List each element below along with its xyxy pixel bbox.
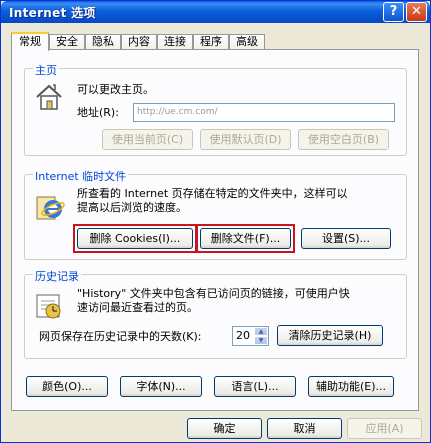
languages-button[interactable]: 语言(L)...	[214, 376, 296, 397]
colors-button[interactable]: 颜色(O)...	[26, 376, 108, 397]
temp-files-description-line1: 所查看的 Internet 页存储在特定的文件夹中，这样可以	[77, 187, 348, 200]
window-title: Internet 选项	[9, 6, 96, 20]
tab-programs[interactable]: 程序	[193, 34, 229, 50]
home-icon	[33, 81, 65, 113]
use-current-page-button[interactable]: 使用当前页(C)	[102, 129, 193, 150]
history-description-line1: "History" 文件夹中包含有已访问页的链接，可使用户快	[77, 287, 350, 300]
general-panel: 主页 可以更改主页。 地址(R): http://ue.cm.com/ 使用当前…	[11, 49, 419, 411]
history-icon	[33, 289, 65, 321]
use-default-page-button[interactable]: 使用默认页(D)	[200, 129, 291, 150]
title-bar[interactable]: Internet 选项 ? ✕	[1, 1, 430, 23]
homepage-address-input[interactable]: http://ue.cm.com/	[133, 103, 395, 122]
homepage-description: 可以更改主页。	[77, 83, 154, 96]
ok-button[interactable]: 确定	[187, 418, 262, 439]
close-button[interactable]: ✕	[406, 2, 427, 22]
temp-files-description-line2: 提高以后浏览的速度。	[77, 201, 187, 214]
history-days-stepper[interactable]: 20 ▲ ▼	[232, 326, 269, 346]
help-button[interactable]: ?	[383, 2, 404, 22]
address-label: 地址(R):	[77, 106, 119, 119]
cancel-button[interactable]: 取消	[267, 418, 342, 439]
tab-connections[interactable]: 连接	[157, 34, 193, 50]
temp-files-group: Internet 临时文件 所查看的 Internet 页存储在特定的文件夹中，…	[24, 168, 407, 260]
history-description-line2: 速访问最近查看过的页。	[77, 301, 198, 314]
tab-security[interactable]: 安全	[49, 34, 85, 50]
homepage-group-title: 主页	[33, 62, 59, 78]
fonts-button[interactable]: 字体(N)...	[120, 376, 202, 397]
history-group-title: 历史记录	[33, 268, 81, 284]
tab-general[interactable]: 常规	[11, 32, 49, 51]
internet-options-window: Internet 选项 ? ✕ 常规 安全 隐私 内容 连接 程序 高级 主页 …	[0, 0, 431, 443]
internet-explorer-icon	[33, 191, 65, 223]
tab-content[interactable]: 内容	[121, 34, 157, 50]
temp-files-settings-button[interactable]: 设置(S)...	[301, 228, 391, 249]
tab-privacy[interactable]: 隐私	[85, 34, 121, 50]
highlight-delete-files	[196, 224, 295, 253]
temp-files-group-title: Internet 临时文件	[33, 168, 129, 184]
highlight-delete-cookies	[73, 224, 197, 253]
homepage-group: 主页 可以更改主页。 地址(R): http://ue.cm.com/ 使用当前…	[24, 62, 407, 156]
spin-down-icon[interactable]: ▼	[254, 336, 268, 345]
accessibility-button[interactable]: 辅助功能(E)...	[308, 376, 394, 397]
spin-up-icon[interactable]: ▲	[254, 327, 268, 336]
apply-button[interactable]: 应用(A)	[347, 418, 422, 439]
use-blank-page-button[interactable]: 使用空白页(B)	[298, 129, 389, 150]
history-days-label: 网页保存在历史记录中的天数(K):	[39, 330, 202, 343]
clear-history-button[interactable]: 清除历史记录(H)	[277, 325, 383, 346]
history-days-value: 20	[236, 329, 250, 342]
history-group: 历史记录 "History" 文件夹中包含有已访问页的链接，可使用户快 速访问最…	[24, 268, 407, 359]
tab-advanced[interactable]: 高级	[229, 34, 265, 50]
